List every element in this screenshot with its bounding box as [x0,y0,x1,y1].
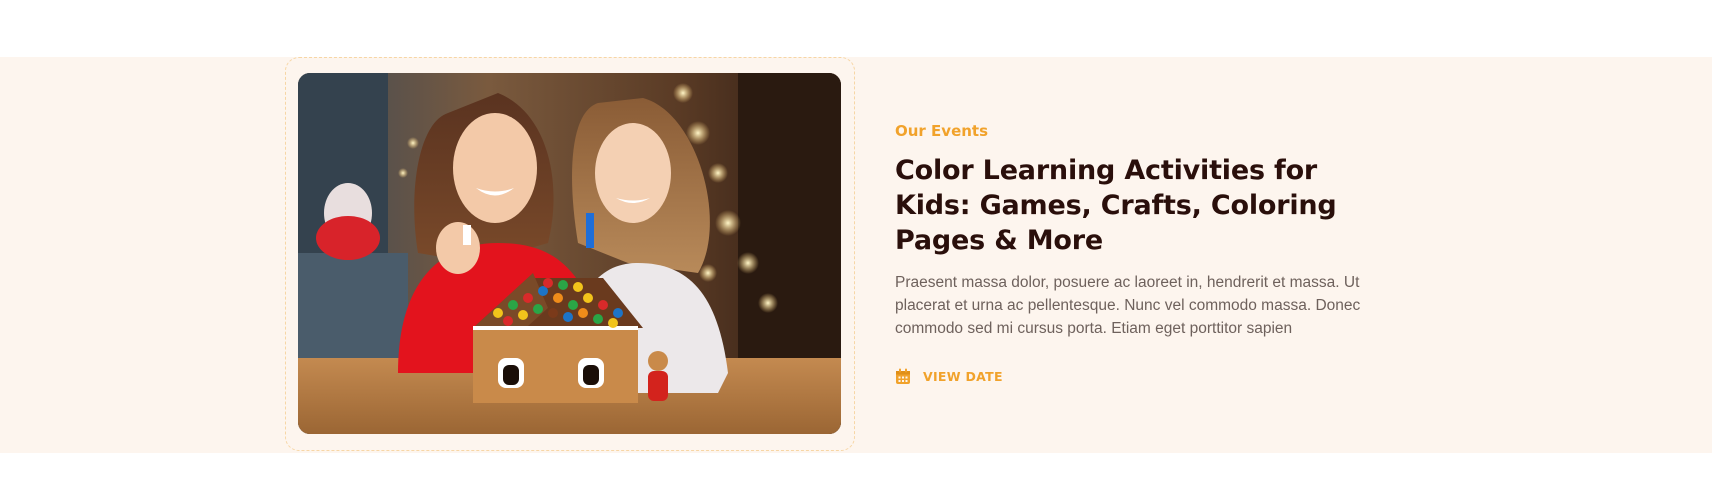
event-section-background [0,57,1712,453]
view-date-link[interactable]: VIEW DATE [895,368,1003,385]
view-date-label: VIEW DATE [923,369,1003,384]
section-eyebrow: Our Events [895,122,989,140]
event-title[interactable]: Color Learning Activities for Kids: Game… [895,153,1365,258]
event-image[interactable] [298,73,841,434]
calendar-icon [895,368,911,385]
event-content: Our Events Color Learning Activities for… [895,120,1365,389]
photo-kids-gingerbread-house [298,73,841,434]
event-description: Praesent massa dolor, posuere ac laoreet… [895,274,1361,337]
